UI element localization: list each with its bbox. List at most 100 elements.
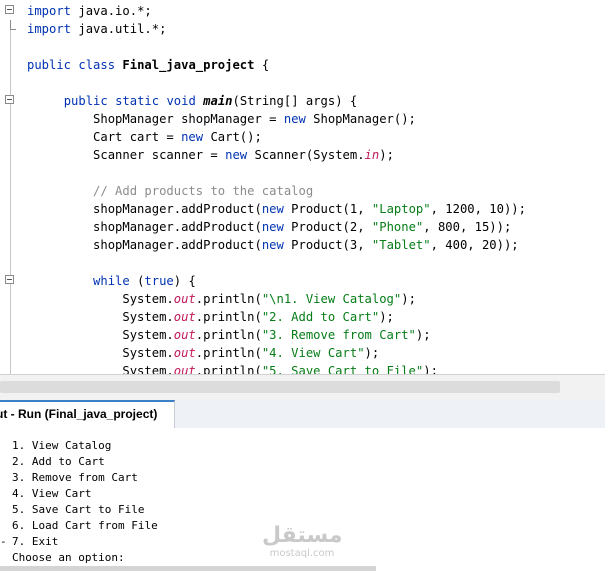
- code-line[interactable]: System.out.println("5. Save Cart to File…: [27, 362, 438, 374]
- code-token: Product(1,: [283, 202, 372, 216]
- code-line[interactable]: import java.io.*;: [27, 2, 152, 20]
- code-token: shopManager.addProduct(: [27, 238, 262, 252]
- code-line[interactable]: public class Final_java_project {: [27, 56, 269, 74]
- code-line[interactable]: while (true) {: [27, 272, 196, 290]
- console-line: 5. Save Cart to File: [12, 503, 145, 516]
- mostaql-watermark-logo: مستقل mostaql.com: [262, 523, 343, 560]
- code-token: java.io.*;: [71, 4, 152, 18]
- fold-toggle-main[interactable]: [5, 95, 14, 104]
- code-token: );: [379, 148, 394, 162]
- code-editor[interactable]: import java.io.*; import java.util.*; pu…: [0, 0, 605, 374]
- code-token: shopManager.addProduct(: [27, 220, 262, 234]
- code-line[interactable]: System.out.println("3. Remove from Cart"…: [27, 326, 431, 344]
- code-token: Scanner(System.: [247, 148, 365, 162]
- code-token: ) {: [173, 274, 196, 288]
- console-line: 7. Exit: [12, 535, 59, 548]
- output-tab-bar: ut - Run (Final_java_project): [0, 400, 605, 429]
- code-token: {: [254, 58, 270, 72]
- code-token: in: [364, 148, 380, 162]
- code-token: .println(: [195, 328, 262, 342]
- code-token: new: [261, 202, 284, 216]
- console-line: 2. Add to Cart: [12, 455, 105, 468]
- code-token: Final_java_project: [122, 58, 255, 72]
- code-token: (: [129, 274, 145, 288]
- console-line: 3. Remove from Cart: [12, 471, 138, 484]
- code-token: "\n1. View Catalog": [261, 292, 402, 306]
- code-line[interactable]: System.out.println("4. View Cart");: [27, 344, 379, 362]
- tab-output-run[interactable]: ut - Run (Final_java_project): [0, 400, 175, 428]
- code-token: System.: [27, 364, 174, 374]
- code-token: new: [181, 130, 204, 144]
- code-token: );: [379, 310, 394, 324]
- code-token: );: [364, 346, 380, 360]
- code-token: Product(3,: [283, 238, 372, 252]
- code-token: Cart();: [203, 130, 262, 144]
- code-token: "Phone": [371, 220, 424, 234]
- code-line[interactable]: System.out.println("\n1. View Catalog");: [27, 290, 416, 308]
- code-token: System.: [27, 310, 174, 324]
- console-horizontal-scrollbar[interactable]: [0, 566, 376, 571]
- code-token: , 400, 20));: [430, 238, 519, 252]
- code-token: );: [415, 328, 431, 342]
- code-token: .println(: [195, 292, 262, 306]
- code-token: System.: [27, 346, 174, 360]
- code-token: );: [401, 292, 416, 306]
- code-token: new: [283, 112, 306, 126]
- code-line[interactable]: import java.util.*;: [27, 20, 166, 38]
- code-token: System.: [27, 328, 174, 342]
- code-token: "4. View Cart": [261, 346, 365, 360]
- fold-end-marker: [10, 20, 16, 30]
- code-token: Cart cart =: [27, 130, 182, 144]
- code-token: shopManager.addProduct(: [27, 202, 262, 216]
- code-token: Scanner scanner =: [27, 148, 226, 162]
- code-token: "Laptop": [371, 202, 431, 216]
- code-token: true: [144, 274, 174, 288]
- code-token: "3. Remove from Cart": [261, 328, 416, 342]
- code-token: ShopManager shopManager =: [27, 112, 284, 126]
- code-token: // Add products to the catalog: [93, 184, 314, 198]
- scrollbar-thumb[interactable]: [0, 381, 560, 393]
- editor-horizontal-scrollbar[interactable]: [0, 374, 605, 400]
- code-token: while: [93, 274, 130, 288]
- code-line[interactable]: shopManager.addProduct(new Product(1, "L…: [27, 200, 526, 218]
- code-token: public: [63, 94, 108, 108]
- code-line[interactable]: ShopManager shopManager = new ShopManage…: [27, 110, 416, 128]
- code-token: import: [27, 22, 72, 36]
- fold-toggle-while[interactable]: [5, 275, 14, 284]
- code-line[interactable]: shopManager.addProduct(new Product(3, "T…: [27, 236, 519, 254]
- console-line: 6. Load Cart from File: [12, 519, 158, 532]
- code-token: , 800, 15));: [423, 220, 512, 234]
- code-token: new: [225, 148, 248, 162]
- code-token: ShopManager();: [305, 112, 416, 126]
- code-token: class: [78, 58, 116, 72]
- code-token: out: [173, 346, 196, 360]
- code-token: );: [423, 364, 438, 374]
- code-line[interactable]: Scanner scanner = new Scanner(System.in)…: [27, 146, 394, 164]
- code-token: (String[] args) {: [232, 94, 358, 108]
- code-line[interactable]: System.out.println("2. Add to Cart");: [27, 308, 394, 326]
- code-token: .println(: [195, 364, 262, 374]
- code-line[interactable]: shopManager.addProduct(new Product(2, "P…: [27, 218, 511, 236]
- code-line[interactable]: public static void main(String[] args) {: [27, 92, 358, 110]
- code-token: public: [27, 58, 72, 72]
- code-token: main: [203, 94, 233, 108]
- code-line[interactable]: // Add products to the catalog: [27, 182, 313, 200]
- code-token: out: [173, 310, 196, 324]
- code-token: out: [173, 292, 196, 306]
- code-line[interactable]: Cart cart = new Cart();: [27, 128, 262, 146]
- code-token: Product(2,: [283, 220, 372, 234]
- code-token: static: [115, 94, 160, 108]
- console-line: 4. View Cart: [12, 487, 92, 500]
- code-token: System.: [27, 292, 174, 306]
- console-prompt: Choose an option:: [12, 551, 125, 564]
- code-token: out: [173, 364, 196, 374]
- code-token: "5. Save Cart to File": [261, 364, 424, 374]
- fold-guide: [10, 20, 11, 374]
- code-token: .println(: [195, 346, 262, 360]
- code-token: .println(: [195, 310, 262, 324]
- code-token: java.util.*;: [71, 22, 167, 36]
- fold-toggle-imports[interactable]: [5, 5, 14, 14]
